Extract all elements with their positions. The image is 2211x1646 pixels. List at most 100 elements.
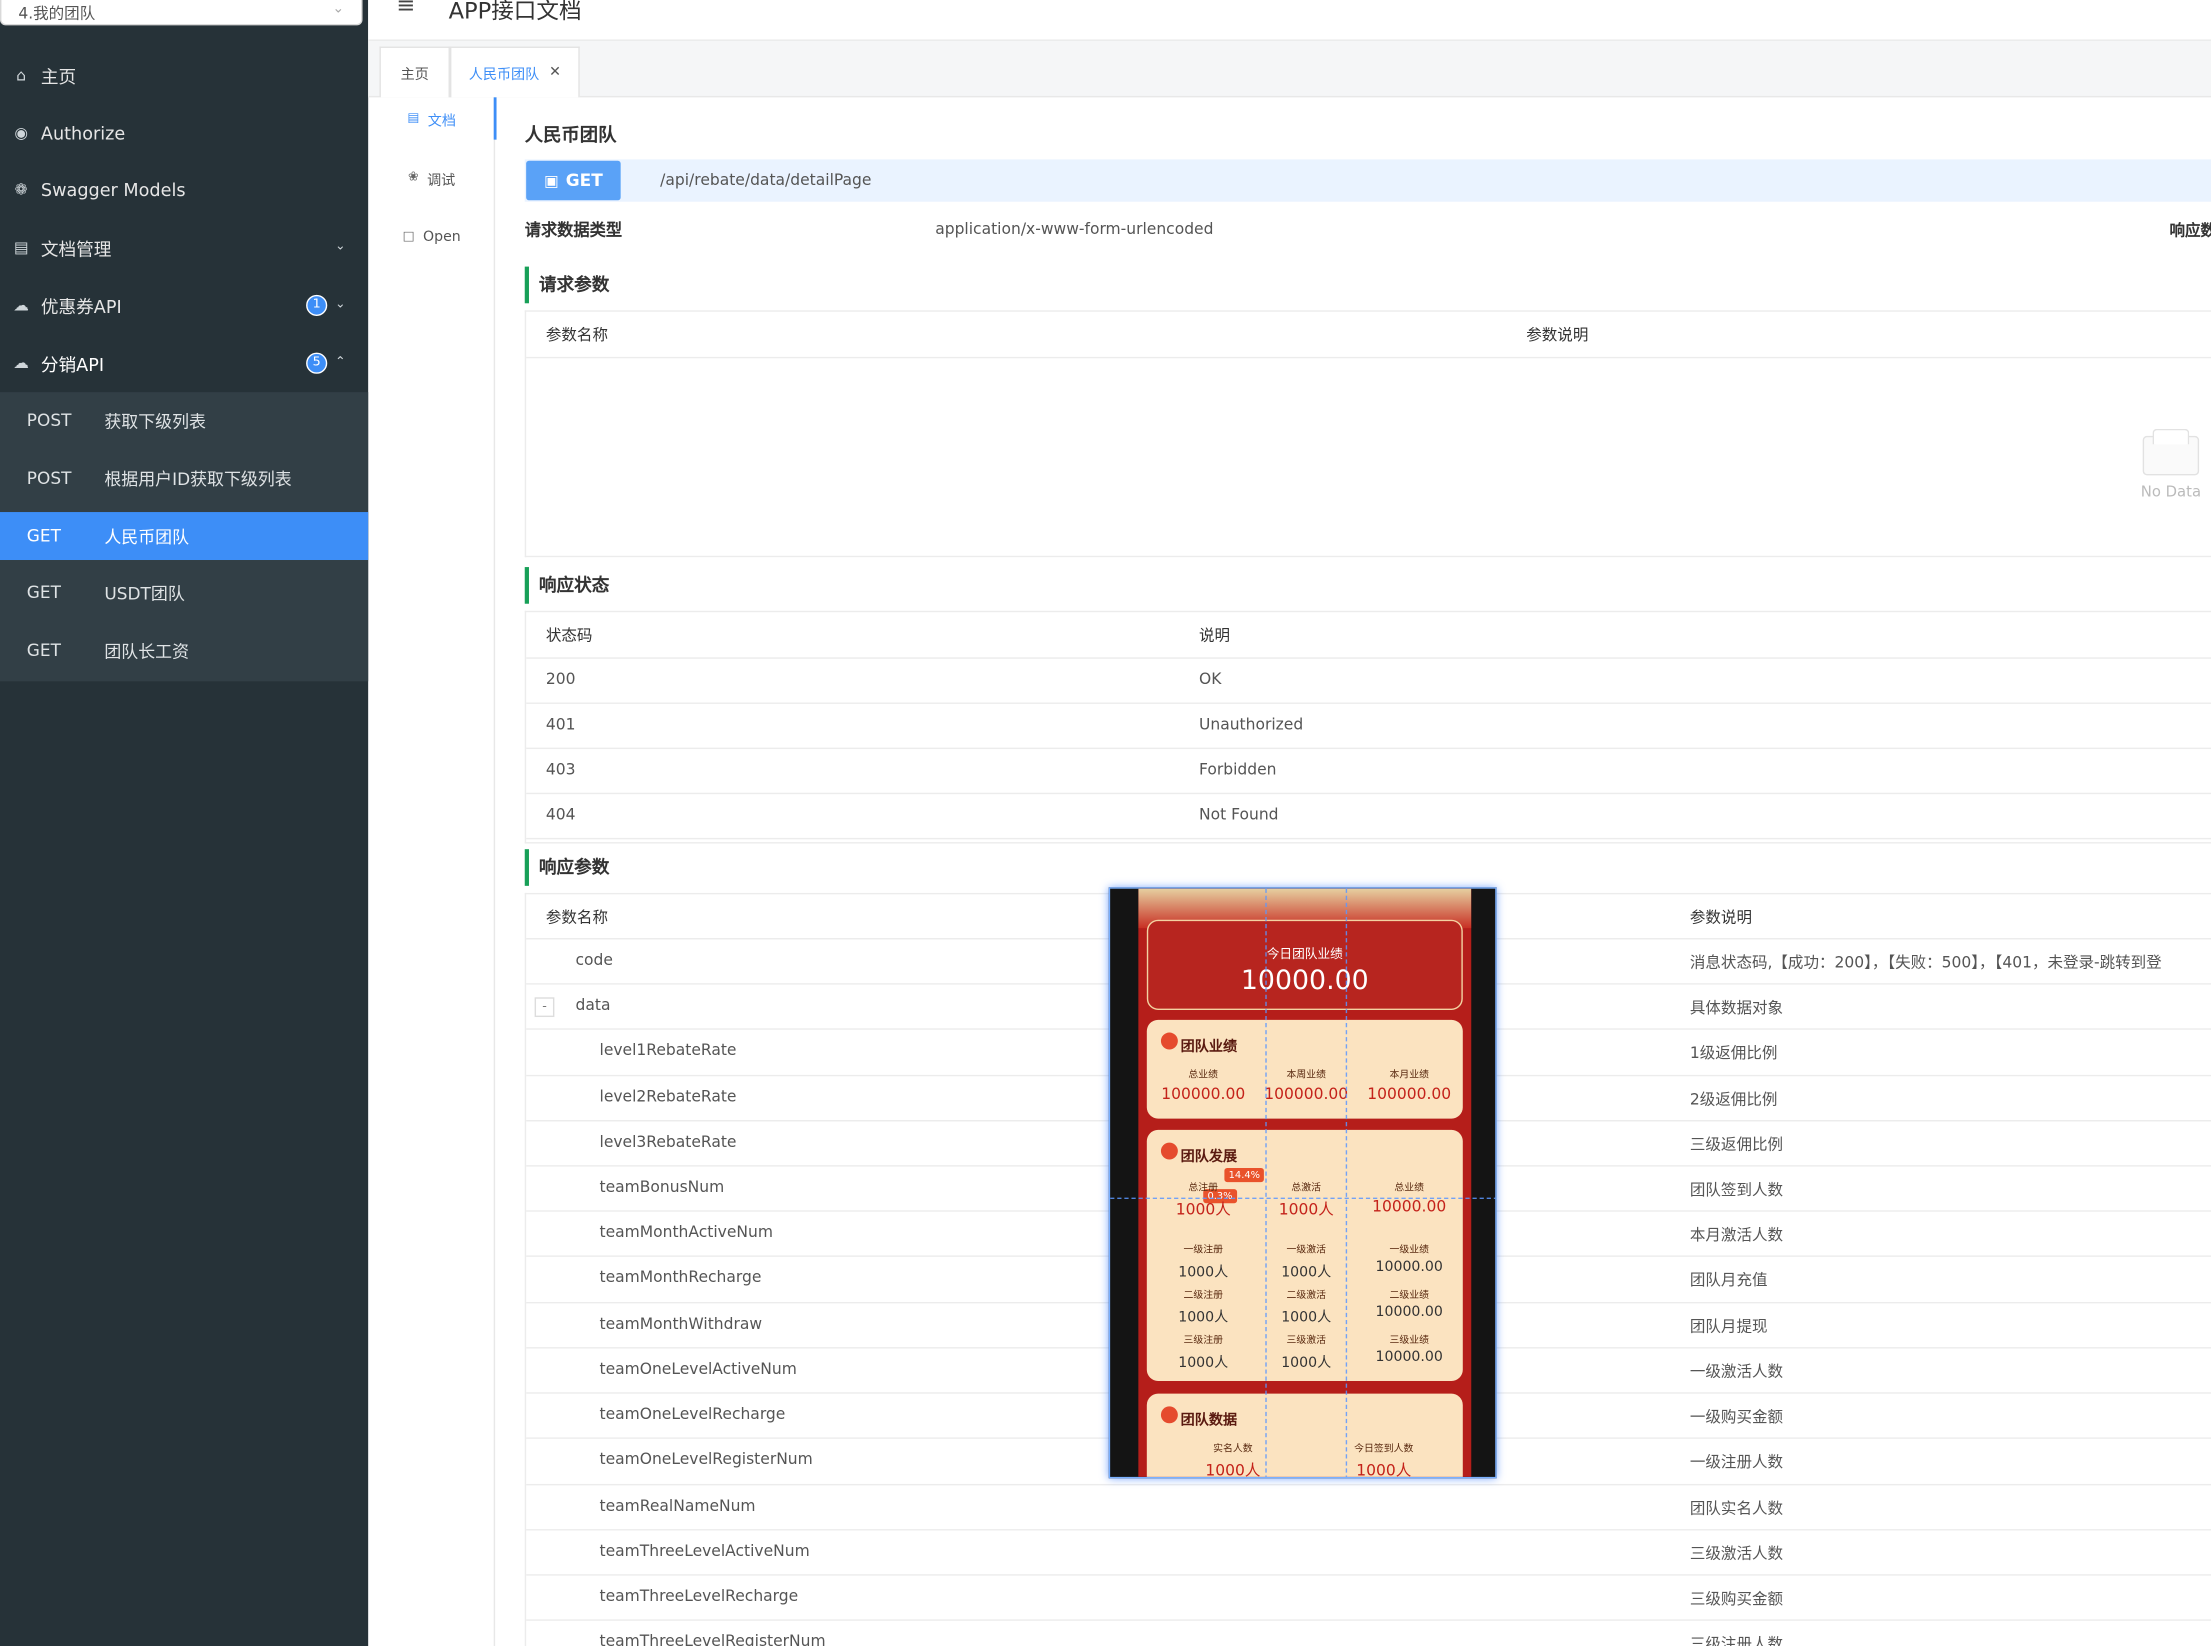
doctab-open[interactable]: □ Open	[368, 216, 495, 258]
card-title: 团队数据	[1180, 1413, 1238, 1429]
stat-value: 10000.00	[1375, 1259, 1443, 1276]
stat-label: 总激活	[1291, 1182, 1322, 1194]
stat: 本周业绩 100000.00	[1254, 1068, 1358, 1103]
doctab-label: 调试	[427, 172, 456, 189]
sidebar-submenu: POST 获取下级列表 POST 根据用户ID获取下级列表 GET 人民币团队 …	[0, 392, 369, 682]
document-icon: ▤	[13, 237, 29, 257]
sidebar-subitem[interactable]: POST 获取下级列表	[0, 396, 368, 444]
sidebar-item-home[interactable]: ⌂ 主页	[0, 47, 368, 103]
doctab-document[interactable]: ▤ 文档	[368, 97, 497, 140]
table-row: 200 OK	[526, 659, 2211, 704]
stat-value: 1000人	[1281, 1355, 1332, 1372]
status-desc: OK	[1199, 670, 1222, 689]
param-name: level2RebateRate	[599, 1087, 737, 1106]
sidebar-subitem-label: 团队长工资	[104, 641, 190, 661]
empty-tray-icon	[2142, 428, 2200, 476]
cloud-icon: ☁	[13, 295, 29, 314]
sidebar-item-authorize[interactable]: ◉ Authorize	[0, 104, 368, 160]
http-method: POST	[26, 468, 72, 489]
status-code: 403	[545, 760, 576, 779]
param-name: level3RebateRate	[599, 1132, 737, 1152]
param-desc: 三级返佣比例	[1689, 1135, 1783, 1154]
param-name: teamThreeLevelActiveNum	[599, 1541, 810, 1561]
sidebar-subitem-active[interactable]: GET 人民币团队	[0, 512, 369, 561]
today-label: 今日团队业绩	[1266, 947, 1343, 963]
cube-icon: ❁	[14, 179, 28, 199]
status-desc: Forbidden	[1199, 760, 1277, 779]
section-title-response-params: 响应参数	[524, 849, 609, 886]
count-badge: 1	[306, 294, 328, 316]
param-name: teamOneLevelRegisterNum	[599, 1450, 813, 1469]
sidebar-item-swagger-models[interactable]: ❁ Swagger Models	[0, 161, 368, 217]
stat-value: 100000.00	[1264, 1084, 1349, 1104]
param-name: level1RebateRate	[599, 1041, 737, 1060]
tab-home[interactable]: 主页	[379, 46, 450, 98]
param-desc: 三级激活人数	[1689, 1544, 1783, 1563]
sidebar-subitem[interactable]: GET USDT团队	[0, 568, 368, 616]
stat-value: 10000.00	[1372, 1197, 1447, 1216]
team-performance-card: 团队业绩 总业绩 100000.00 本周业绩 100000.00 本月业绩 1…	[1146, 1019, 1463, 1119]
table-row: 401 Unauthorized	[526, 704, 2211, 750]
stat-label: 总注册	[1188, 1182, 1219, 1194]
param-name: teamMonthRecharge	[599, 1268, 762, 1287]
response-status-table: 状态码 说明 200 OK 401 Unauthorized 403 Forbi…	[524, 610, 2211, 844]
sidebar-item-doc-manage[interactable]: ▤ 文档管理 ⌄	[0, 219, 368, 275]
sidebar-item-distribution-api[interactable]: ☁ 分销API 5 ⌃	[0, 334, 368, 390]
param-desc: 三级购买金额	[1689, 1589, 1783, 1609]
close-icon[interactable]: ✕	[549, 65, 561, 81]
status-code: 404	[545, 805, 576, 824]
stat-value: 1000人	[1178, 1355, 1229, 1372]
sidebar-subitem-label: USDT团队	[104, 583, 185, 604]
document-icon: ▤	[407, 111, 420, 126]
file-icon: □	[402, 229, 415, 245]
empty-text: No Data	[2140, 483, 2202, 501]
column-header: 参数说明	[1689, 908, 1752, 927]
stat-value: 1000人	[1178, 1310, 1229, 1326]
stat-label: 本月业绩	[1389, 1069, 1429, 1081]
menu-fold-icon[interactable]: ≡	[396, 0, 415, 18]
stat-label: 二级激活	[1286, 1289, 1326, 1301]
team-data-card: 团队数据 实名人数 1000人 今日签到人数 1000人	[1146, 1393, 1463, 1479]
doctab-label: Open	[423, 229, 461, 245]
param-desc: 2级返佣比例	[1689, 1090, 1778, 1109]
sidebar-item-coupon-api[interactable]: ☁ 优惠券API 1 ⌄	[0, 276, 368, 332]
stat-value: 10000.00	[1375, 1349, 1443, 1366]
stat-label: 三级业绩	[1389, 1334, 1429, 1346]
http-method: GET	[26, 640, 61, 661]
tab-rmb-team[interactable]: 人民币团队 ✕	[449, 46, 580, 98]
collapse-toggle[interactable]: -	[534, 997, 555, 1018]
sidebar-subitem[interactable]: POST 根据用户ID获取下级列表	[0, 454, 368, 502]
group-select[interactable]: 4.我的团队 ⌄	[0, 0, 363, 26]
stat: 二级激活 1000人	[1254, 1288, 1358, 1326]
request-params-table: 参数名称 参数说明 No Data	[524, 310, 2211, 558]
stat: 一级注册 1000人	[1151, 1243, 1255, 1281]
sidebar-item-label: Swagger Models	[40, 178, 186, 200]
table-row: teamThreeLevelActiveNum 三级激活人数	[526, 1531, 2211, 1576]
flower-icon	[1160, 1032, 1178, 1050]
cloud-icon: ☁	[13, 353, 29, 372]
stat: 二级业绩 10000.00	[1357, 1288, 1461, 1320]
stat: 三级注册 1000人	[1151, 1333, 1255, 1371]
param-desc: 团队月提现	[1689, 1317, 1768, 1336]
param-desc: 本月激活人数	[1689, 1225, 1783, 1245]
param-name: teamThreeLevelRegisterNum	[599, 1632, 826, 1646]
sidebar-item-label: Authorize	[40, 122, 126, 144]
column-header: 参数说明	[1526, 325, 1589, 345]
bug-icon: ❀	[407, 170, 419, 185]
lock-icon: ◉	[14, 123, 28, 142]
doctab-debug[interactable]: ❀ 调试	[368, 157, 495, 199]
method-button[interactable]: ▣ GET	[526, 160, 621, 201]
sidebar-subitem-label: 获取下级列表	[104, 411, 206, 431]
team-development-card: 团队发展 14.4% 0.3% 总注册 1000人 总激活 1000人 总业绩 …	[1146, 1129, 1463, 1381]
sidebar-subitem[interactable]: GET 团队长工资	[0, 626, 368, 674]
column-header: 状态码	[545, 626, 593, 645]
status-code: 200	[545, 670, 576, 689]
stat-value: 1000人	[1178, 1265, 1229, 1281]
overlay-phone-screenshot[interactable]: 今日团队业绩 10000.00 团队业绩 总业绩 100000.00 本周业绩 …	[1108, 887, 1497, 1479]
unlock-icon: ▣	[544, 171, 559, 190]
count-badge: 5	[306, 351, 328, 374]
tab-label: 人民币团队	[468, 67, 540, 84]
status-code: 401	[545, 715, 576, 734]
stat-value: 1000人	[1278, 1200, 1334, 1219]
stat-value: 1000人	[1356, 1461, 1412, 1479]
